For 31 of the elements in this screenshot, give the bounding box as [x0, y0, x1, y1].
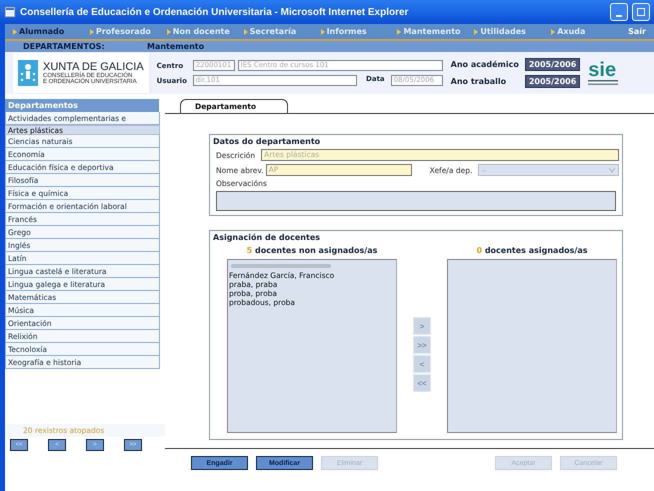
section-title: Asignación de docentes: [213, 233, 322, 242]
bullet-icon: [13, 28, 17, 34]
shield-icon: [18, 60, 38, 86]
observations-field[interactable]: [216, 191, 616, 211]
minimize-button[interactable]: [610, 3, 628, 21]
menu-item[interactable]: Alumnado: [13, 27, 90, 36]
work-year-value: 2005/2006: [524, 75, 580, 88]
bullet-icon: [166, 28, 171, 34]
work-year-label: Ano traballo: [450, 77, 508, 86]
bullet-icon: [90, 28, 94, 34]
maximize-icon: [636, 7, 646, 17]
section-title: Datos do departamento: [213, 137, 322, 146]
logo-title: XUNTA DE GALICIA: [43, 61, 144, 73]
list-heading: 0 docentes asignados/as: [476, 246, 588, 255]
list-heading: 5 docentes non asignados/as: [246, 246, 378, 255]
sidebar-heading: Departamentos: [5, 99, 159, 112]
bullet-icon: [320, 28, 325, 34]
brand-tagline-drawing: [588, 80, 618, 86]
minimize-icon: [616, 15, 622, 17]
section-label: DEPARTAMENTOS:: [23, 42, 106, 51]
maximize-button[interactable]: [632, 3, 650, 21]
brand-name: sie: [588, 60, 618, 80]
bullet-icon: [397, 28, 402, 34]
bullet-icon: [474, 28, 478, 34]
academic-year-value: 2005/2006: [524, 58, 580, 71]
window-title: Consellería de Educación e Ordenación Universitaria - Microsoft Internet Explorer: [20, 6, 408, 18]
page-icon: [4, 6, 16, 18]
bullet-icon: [244, 28, 248, 34]
academic-year-label: Ano académico: [450, 60, 519, 69]
bullet-icon: [551, 28, 556, 34]
mode-label: Mantemento: [147, 42, 204, 51]
